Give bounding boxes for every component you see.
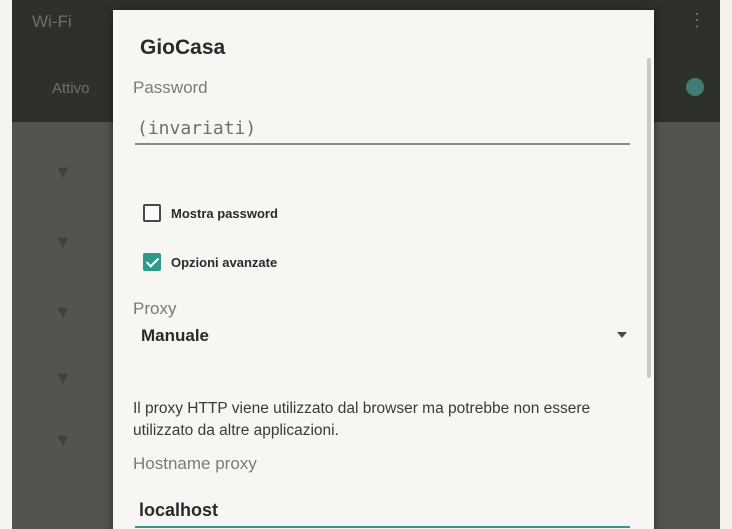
proxy-info-text: Il proxy HTTP viene utilizzato dal brows… — [133, 400, 591, 439]
wifi-icon: ▼ — [54, 162, 72, 182]
app-bar-title: Wi-Fi — [32, 12, 72, 31]
proxy-dropdown[interactable]: Manuale — [141, 326, 209, 346]
show-password-label: Mostra password — [171, 205, 278, 221]
password-label: Password — [133, 78, 208, 97]
chevron-down-icon[interactable] — [617, 332, 627, 338]
proxy-hostname-input[interactable]: localhost — [139, 500, 218, 521]
password-input[interactable]: (invariati) — [137, 118, 256, 139]
show-password-checkbox[interactable] — [143, 204, 161, 222]
proxy-label: Proxy — [133, 299, 177, 318]
wifi-icon: ▼ — [54, 232, 72, 252]
advanced-options-checkbox[interactable] — [143, 253, 161, 271]
wifi-network-dialog: GioCasa Password (invariati) Mostra pass… — [113, 10, 654, 529]
password-underline — [135, 143, 630, 145]
wifi-toggle-switch[interactable] — [686, 78, 704, 96]
overflow-menu-icon[interactable]: ⋮ — [688, 10, 706, 31]
proxy-hostname-label: Hostname proxy — [133, 454, 257, 473]
advanced-options-row[interactable]: Opzioni avanzate — [143, 251, 277, 273]
advanced-options-label: Opzioni avanzate — [171, 254, 278, 270]
dialog-title: GioCasa — [140, 36, 226, 59]
wifi-icon: ▼ — [54, 368, 72, 388]
wifi-icon: ▼ — [54, 430, 72, 450]
wifi-icon: ▼ — [54, 302, 72, 322]
proxy-hostname-underline — [135, 526, 630, 528]
wifi-status-label: Attivo — [52, 80, 90, 97]
dialog-scrollbar[interactable] — [647, 58, 651, 378]
show-password-row[interactable]: Mostra password — [143, 202, 278, 224]
